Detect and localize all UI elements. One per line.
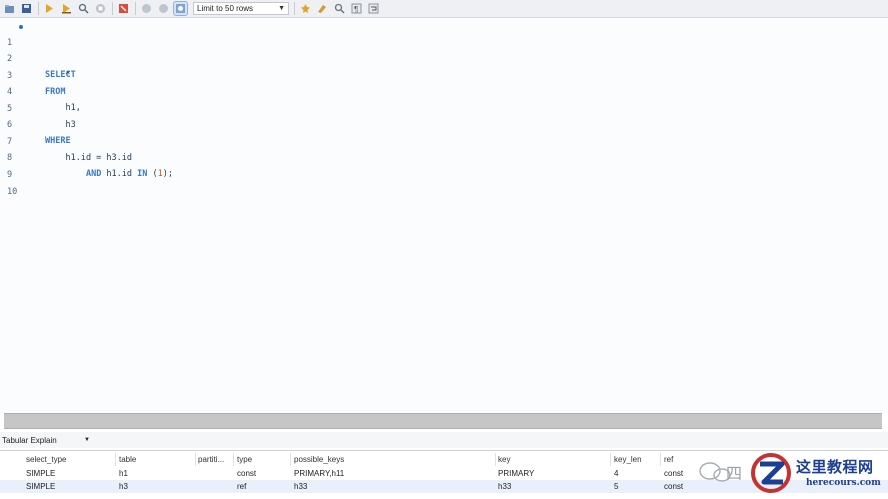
toolbar-separator (294, 2, 295, 15)
column-divider (660, 453, 661, 466)
limit-rows-select[interactable]: Limit to 50 rows ▼ (193, 2, 289, 15)
column-header[interactable]: table (119, 453, 194, 466)
code-line: 9 (0, 151, 20, 180)
stop-icon[interactable] (94, 2, 107, 15)
code-line: 7 h1.id = h3.id (0, 118, 132, 163)
code-line: 6 WHERE (0, 101, 71, 146)
toolbar-separator (112, 2, 113, 15)
toolbar-separator (135, 2, 136, 15)
code-text: FROM (45, 87, 66, 97)
column-divider (610, 453, 611, 466)
table-cell: h1 (119, 469, 128, 478)
code-line: 3 FROM (0, 52, 65, 97)
watermark-partial-text: 四 (726, 466, 743, 483)
column-header[interactable]: key (498, 453, 608, 466)
wrap-icon[interactable] (367, 2, 380, 15)
execute-current-icon[interactable] (60, 2, 73, 15)
autocommit-icon[interactable] (173, 1, 188, 16)
code-line: 4 h1, (0, 68, 81, 113)
result-view-select[interactable]: Tabular Explain ▼ (0, 434, 92, 446)
column-header[interactable]: partiti... (198, 453, 232, 466)
code-line: 2 * (0, 35, 71, 80)
table-cell: h3 (119, 482, 128, 491)
result-toolbar: Tabular Explain ▼ (0, 432, 888, 448)
code-text: * (45, 70, 71, 80)
svg-text:¶: ¶ (354, 5, 358, 14)
code-text: WHERE (45, 136, 71, 146)
code-text: AND h1.id IN (1); (85, 169, 174, 179)
table-cell: PRIMARY,h11 (294, 469, 345, 478)
table-cell: SIMPLE (26, 482, 56, 491)
column-divider (495, 453, 496, 466)
code-text: h3 (45, 120, 76, 130)
table-cell: 4 (614, 469, 619, 478)
error-toggle-icon[interactable] (117, 2, 130, 15)
code-line: 8 AND h1.id IN (1); (0, 134, 173, 179)
code-line: 5 h3 (0, 85, 76, 130)
wechat-watermark-icon: 四 (698, 458, 742, 486)
sql-editor[interactable]: 1 SELECT 2 * 3 FROM 4 h1, 5 h3 6 WHERE 7… (0, 18, 888, 413)
site-logo-icon (750, 452, 792, 494)
table-cell: ref (237, 482, 247, 491)
save-icon[interactable] (20, 2, 33, 15)
column-header[interactable]: possible_keys (294, 453, 494, 466)
code-text: h1.id = h3.id (45, 153, 132, 163)
code-line: 1 SELECT (0, 19, 76, 80)
rollback-icon[interactable] (157, 2, 170, 15)
table-cell: SIMPLE (26, 469, 56, 478)
statement-marker-icon (19, 25, 23, 29)
chevron-down-icon: ▼ (84, 437, 90, 443)
table-cell: PRIMARY (498, 469, 535, 478)
table-cell: 5 (614, 482, 619, 491)
watermark-title: 这里教程网 (796, 458, 874, 476)
column-divider (290, 453, 291, 466)
code-line: 10 (0, 168, 20, 197)
execute-icon[interactable] (43, 2, 56, 15)
beautify-icon[interactable] (299, 2, 312, 15)
table-cell: h33 (294, 482, 308, 491)
column-header[interactable]: key_len (614, 453, 658, 466)
editor-toolbar: Limit to 50 rows ▼ ¶ (0, 0, 888, 18)
open-file-icon[interactable] (3, 2, 16, 15)
result-view-label: Tabular Explain (2, 435, 57, 445)
find-icon[interactable] (333, 2, 346, 15)
watermark-url: herecours.com (806, 478, 881, 488)
commit-icon[interactable] (140, 2, 153, 15)
explain-icon[interactable] (77, 2, 90, 15)
brush-icon[interactable] (316, 2, 329, 15)
table-cell: const (237, 469, 257, 478)
limit-rows-label: Limit to 50 rows (197, 4, 254, 13)
panel-splitter[interactable] (4, 413, 882, 429)
line-number: 10 (7, 187, 18, 197)
invisible-chars-icon[interactable]: ¶ (350, 2, 363, 15)
column-divider (233, 453, 234, 466)
column-divider (115, 453, 116, 466)
column-divider (195, 453, 196, 466)
column-header[interactable]: type (237, 453, 289, 466)
code-text: h1, (45, 103, 81, 113)
table-cell: h33 (498, 482, 512, 491)
chevron-down-icon: ▼ (278, 5, 285, 12)
column-header[interactable]: select_type (26, 453, 114, 466)
toolbar-separator (38, 2, 39, 15)
